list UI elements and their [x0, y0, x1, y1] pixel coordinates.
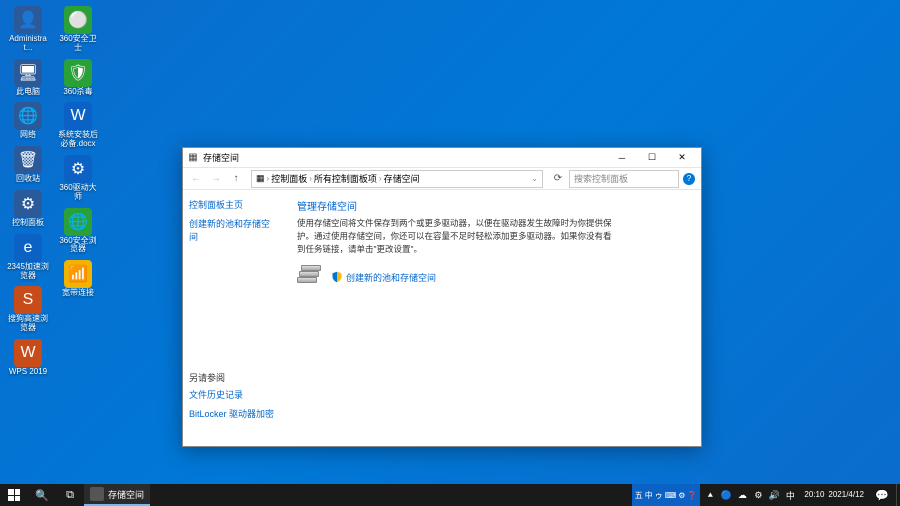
app-icon: ▦	[187, 152, 199, 164]
sidebar-file-history[interactable]: 文件历史记录	[189, 388, 277, 401]
system-tray: ⯅ 🔵 ☁ ⚙ 🔊 中	[700, 484, 800, 506]
icon-label: WPS 2019	[9, 368, 47, 377]
shield-icon	[331, 271, 343, 283]
create-pool-link[interactable]: 创建新的池和存储空间	[331, 271, 436, 284]
taskbar-app-storage[interactable]: 存储空间	[84, 484, 150, 506]
page-title: 管理存储空间	[297, 198, 687, 213]
desktop-icon[interactable]: ⚙控制面板	[4, 188, 52, 230]
tray-icon[interactable]: 🔊	[768, 489, 780, 501]
search-button[interactable]: 🔍	[28, 484, 56, 506]
app-icon: 🖥	[14, 59, 42, 87]
icon-label: 360安全卫士	[56, 35, 100, 53]
tray-icon[interactable]: ⯅	[704, 489, 716, 501]
app-icon: 🌐	[64, 208, 92, 236]
ime-item[interactable]: ゥ	[655, 490, 663, 501]
control-panel-window: ▦ 存储空间 ─ ☐ ✕ ← → ↑ ▦ › 控制面板 › 所有控制面板项 › …	[182, 147, 702, 447]
address-bar: ← → ↑ ▦ › 控制面板 › 所有控制面板项 › 存储空间 ⌄ ⟳ 搜索控制…	[183, 168, 701, 190]
ime-toolbar[interactable]: 五中ゥ⌨⚙❓	[632, 484, 701, 506]
page-description: 使用存储空间将文件保存到两个或更多驱动器，以便在驱动器发生故障时为你提供保护。通…	[297, 217, 617, 255]
app-icon: S	[14, 286, 42, 314]
ime-item[interactable]: ⌨	[665, 491, 677, 500]
sidebar-home[interactable]: 控制面板主页	[189, 198, 277, 211]
icon-label: 此电脑	[16, 88, 40, 97]
main-pane: 管理存储空间 使用存储空间将文件保存到两个或更多驱动器，以便在驱动器发生故障时为…	[283, 190, 701, 446]
sidebar: 控制面板主页 创建新的池和存储空间 另请参阅 文件历史记录 BitLocker …	[183, 190, 283, 446]
search-input[interactable]: 搜索控制面板	[569, 170, 679, 188]
notifications-button[interactable]: 💬	[868, 484, 896, 506]
breadcrumb[interactable]: ▦ › 控制面板 › 所有控制面板项 › 存储空间 ⌄	[251, 170, 543, 188]
app-icon: ⚙	[14, 190, 42, 218]
start-button[interactable]	[0, 484, 28, 506]
desktop-icon[interactable]: 🛡360杀毒	[54, 57, 102, 99]
crumb-2[interactable]: 存储空间	[384, 172, 420, 185]
app-icon: ⚙	[64, 155, 92, 183]
close-button[interactable]: ✕	[667, 149, 697, 167]
tray-icon[interactable]: ☁	[736, 489, 748, 501]
crumb-0[interactable]: 控制面板	[271, 172, 307, 185]
desktop-icon[interactable]: 📶宽带连接	[54, 258, 102, 300]
ime-item[interactable]: 五	[635, 490, 643, 501]
app-icon: 📶	[64, 260, 92, 288]
tray-icon[interactable]: 🔵	[720, 489, 732, 501]
icon-label: Administrat...	[6, 35, 50, 53]
app-icon: 🛡	[64, 59, 92, 87]
sidebar-bitlocker[interactable]: BitLocker 驱动器加密	[189, 407, 277, 420]
maximize-button[interactable]: ☐	[637, 149, 667, 167]
icon-label: 360杀毒	[63, 88, 92, 97]
sidebar-see-also-header: 另请参阅	[189, 371, 277, 384]
ime-item[interactable]: ⚙	[678, 491, 685, 500]
icon-label: 360驱动大师	[56, 184, 100, 202]
drives-icon	[297, 265, 325, 289]
icon-label: 360安全浏览器	[56, 237, 100, 255]
window-title: 存储空间	[203, 151, 607, 164]
show-desktop-button[interactable]	[896, 484, 900, 506]
desktop-icon[interactable]: e2345加速浏览器	[4, 232, 52, 283]
icon-label: 搜狗高速浏览器	[6, 315, 50, 333]
back-button[interactable]: ←	[187, 170, 205, 188]
titlebar: ▦ 存储空间 ─ ☐ ✕	[183, 148, 701, 168]
app-icon: e	[14, 234, 42, 262]
taskbar: 🔍 ⧉ 存储空间 五中ゥ⌨⚙❓ ⯅🔵☁⚙🔊中 20:10 2021/4/12 💬	[0, 484, 900, 506]
search-placeholder: 搜索控制面板	[574, 172, 628, 185]
desktop: 👤Administrat...🖥此电脑🌐网络🗑回收站⚙控制面板e2345加速浏览…	[0, 0, 900, 484]
sidebar-create-pool[interactable]: 创建新的池和存储空间	[189, 217, 277, 243]
crumb-1[interactable]: 所有控制面板项	[314, 172, 377, 185]
icon-label: 网络	[20, 131, 36, 140]
app-icon: W	[14, 339, 42, 367]
up-button[interactable]: ↑	[227, 170, 245, 188]
forward-button[interactable]: →	[207, 170, 225, 188]
refresh-button[interactable]: ⟳	[549, 170, 567, 188]
help-button[interactable]: ?	[681, 170, 697, 188]
desktop-icon[interactable]: 🖥此电脑	[4, 57, 52, 99]
task-view-button[interactable]: ⧉	[56, 484, 84, 506]
app-icon: 🗑	[14, 146, 42, 174]
desktop-icon[interactable]: 👤Administrat...	[4, 4, 52, 55]
crumb-root-icon: ▦	[256, 173, 265, 184]
icon-label: 系统安装后必备.docx	[56, 131, 100, 149]
tray-icon[interactable]: 中	[784, 489, 796, 501]
chevron-down-icon[interactable]: ⌄	[531, 174, 538, 183]
desktop-icon[interactable]: WWPS 2019	[4, 337, 52, 379]
desktop-icon[interactable]: 🗑回收站	[4, 144, 52, 186]
desktop-icon[interactable]: S搜狗高速浏览器	[4, 284, 52, 335]
icon-label: 2345加速浏览器	[6, 263, 50, 281]
create-pool-label: 创建新的池和存储空间	[346, 271, 436, 284]
desktop-icon[interactable]: 🌐网络	[4, 100, 52, 142]
desktop-icon[interactable]: 🌐360安全浏览器	[54, 206, 102, 257]
app-icon: 👤	[14, 6, 42, 34]
icon-label: 回收站	[16, 175, 40, 184]
ime-item[interactable]: 中	[645, 490, 653, 501]
app-icon: 🌐	[14, 102, 42, 130]
ime-item[interactable]: ❓	[687, 491, 697, 500]
desktop-icon[interactable]: ⚙360驱动大师	[54, 153, 102, 204]
minimize-button[interactable]: ─	[607, 149, 637, 167]
icon-label: 宽带连接	[62, 289, 94, 298]
desktop-icon[interactable]: W系统安装后必备.docx	[54, 100, 102, 151]
icon-label: 控制面板	[12, 219, 44, 228]
clock[interactable]: 20:10 2021/4/12	[800, 484, 868, 506]
app-icon: W	[64, 102, 92, 130]
tray-icon[interactable]: ⚙	[752, 489, 764, 501]
desktop-icon[interactable]: ⚪360安全卫士	[54, 4, 102, 55]
app-icon: ⚪	[64, 6, 92, 34]
